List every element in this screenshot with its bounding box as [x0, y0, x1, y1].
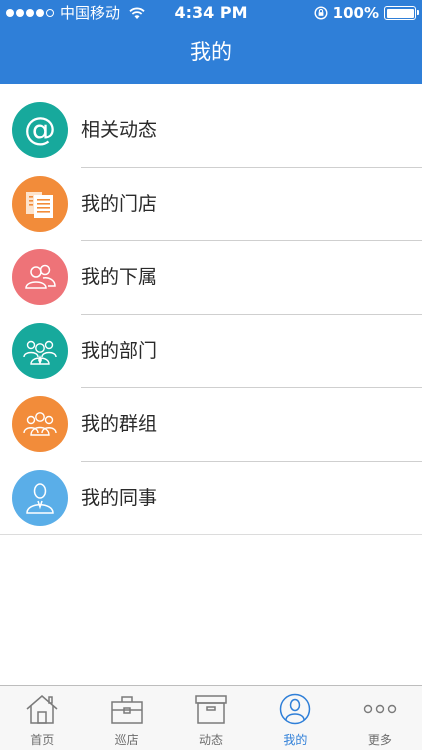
menu-item-my-colleagues[interactable]: 我的同事	[0, 462, 422, 535]
group-icon	[12, 396, 68, 452]
header: 中国移动 4:34 PM 100% 我的	[0, 0, 422, 84]
battery-icon	[384, 6, 419, 20]
menu-item-label: 我的部门	[81, 339, 158, 362]
menu-item-my-department[interactable]: 我的部门	[0, 315, 422, 388]
team-icon	[12, 322, 68, 379]
status-bar: 中国移动 4:34 PM 100%	[0, 0, 422, 26]
two-people-icon	[12, 249, 68, 305]
menu-list: @ 相关动态 我的门店 我的下属 我的部门 我的群组 我的同事	[0, 94, 422, 535]
documents-icon	[12, 175, 68, 232]
menu-item-my-stores[interactable]: 我的门店	[0, 168, 422, 241]
status-right: 100%	[314, 0, 419, 26]
tab-home[interactable]: 首页	[0, 686, 84, 750]
tab-bar: 首页 巡店 动态 我的 更多	[0, 685, 422, 750]
menu-item-my-groups[interactable]: 我的群组	[0, 388, 422, 462]
tab-store-inspection[interactable]: 巡店	[84, 686, 168, 750]
user-circle-icon	[277, 692, 313, 726]
tab-label: 更多	[367, 733, 392, 747]
tab-label: 我的	[283, 733, 308, 747]
divider	[0, 534, 422, 535]
menu-item-related-updates[interactable]: @ 相关动态	[0, 94, 422, 168]
menu-item-label: 我的下属	[81, 266, 158, 288]
home-icon	[24, 692, 60, 726]
tab-updates[interactable]: 动态	[169, 686, 253, 750]
page-title: 我的	[190, 40, 232, 64]
archive-box-icon	[193, 692, 229, 726]
tab-label: 动态	[199, 733, 224, 747]
menu-item-my-subordinates[interactable]: 我的下属	[0, 241, 422, 315]
tab-mine[interactable]: 我的	[253, 686, 337, 750]
menu-item-label: 我的门店	[81, 192, 158, 215]
tab-label: 巡店	[114, 733, 139, 747]
more-dots-icon	[362, 692, 398, 726]
at-sign-icon: @	[12, 102, 68, 158]
tab-more[interactable]: 更多	[338, 686, 422, 750]
menu-item-label: 我的群组	[81, 413, 158, 435]
tab-label: 首页	[30, 733, 55, 747]
rotation-lock-icon	[314, 6, 328, 20]
menu-item-label: 我的同事	[81, 486, 158, 509]
battery-percent: 100%	[332, 4, 379, 22]
menu-item-label: 相关动态	[81, 119, 158, 141]
svg-text:@: @	[24, 112, 56, 148]
briefcase-icon	[109, 692, 145, 726]
colleague-icon	[12, 469, 68, 526]
